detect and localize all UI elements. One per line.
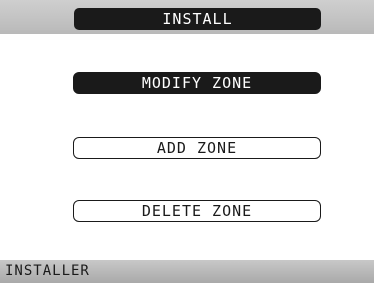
add-zone-button[interactable]: ADD ZONE <box>73 137 321 159</box>
header-bar: INSTALL <box>0 0 374 34</box>
status-bar: INSTALLER <box>0 260 374 283</box>
delete-zone-button[interactable]: DELETE ZONE <box>73 200 321 222</box>
page-title: INSTALL <box>74 8 321 30</box>
install-screen: INSTALL MODIFY ZONE ADD ZONE DELETE ZONE… <box>0 0 374 283</box>
modify-zone-button[interactable]: MODIFY ZONE <box>73 72 321 94</box>
